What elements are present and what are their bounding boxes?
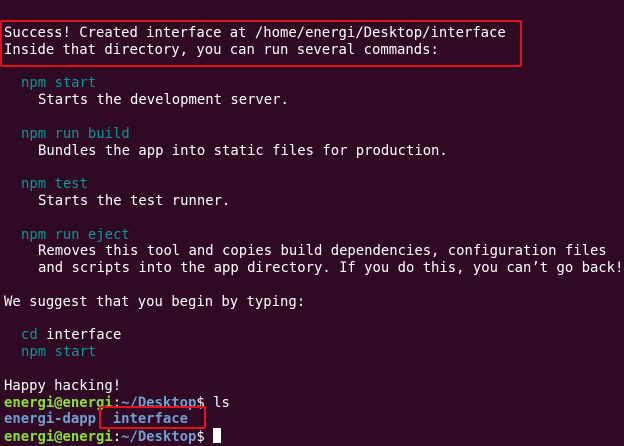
prompt-colon: :	[112, 394, 122, 411]
prompt-dollar: $	[196, 394, 205, 411]
prompt-user-host: energi@energi	[4, 429, 113, 446]
command-description: Starts the development server.	[38, 92, 289, 109]
ls-output-line: energi-dapp interface	[4, 411, 624, 428]
ls-command: ls	[213, 394, 230, 411]
success-line: Success! Created interface at /home/ener…	[4, 25, 506, 41]
command-description: Removes this tool and copies build depen…	[38, 243, 607, 260]
suggest-cd-line: cd interface	[4, 327, 624, 344]
command-description: and scripts into the app directory. If y…	[38, 260, 624, 277]
command-description: Bundles the app into static files for pr…	[38, 142, 448, 159]
command-npm-test: npm test	[21, 176, 88, 193]
ls-item-energi-dapp: energi-dapp	[4, 411, 96, 428]
prompt-user-host: energi@energi	[4, 394, 113, 411]
prompt-colon: :	[112, 429, 122, 446]
cd-command: cd	[21, 327, 38, 344]
suggest-npm-start-line: npm start	[21, 344, 97, 361]
command-npm-run-eject: npm run eject	[21, 226, 130, 243]
prompt-dollar: $	[196, 429, 205, 446]
ls-item-interface: interface	[112, 411, 189, 428]
cd-argument: interface	[46, 327, 122, 344]
prompt-line-current: energi@energi:~/Desktop$	[4, 428, 624, 445]
command-npm-run-build: npm run build	[21, 125, 130, 142]
text-cursor[interactable]	[212, 428, 221, 444]
directory-info-line: Inside that directory, you can run sever…	[4, 41, 439, 58]
prompt-path: ~/Desktop	[121, 394, 197, 411]
happy-hacking-line: Happy hacking!	[4, 377, 122, 394]
suggest-line: We suggest that you begin by typing:	[4, 293, 306, 310]
command-description: Starts the test runner.	[38, 192, 231, 209]
command-npm-start: npm start	[21, 75, 97, 92]
prompt-line-ls: energi@energi:~/Desktop$ ls	[4, 395, 624, 412]
prompt-path: ~/Desktop	[121, 429, 197, 446]
terminal-window[interactable]: Success! Created interface at /home/ener…	[0, 0, 624, 445]
